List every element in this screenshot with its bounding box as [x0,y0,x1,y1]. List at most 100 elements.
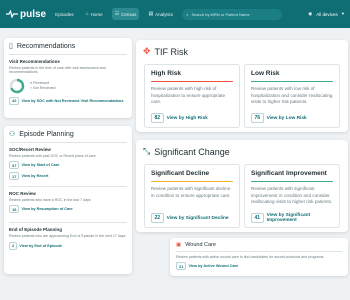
view-link[interactable]: View by Significant Decline [167,216,229,221]
search-placeholder: Search by MRN or Patient Name [191,11,250,17]
significant-change-title-text: Significant Change [154,146,230,157]
significant-decline-desc: Review patients with significant decline… [151,186,231,198]
significant-decline-link-row[interactable]: 22 View by Significant Decline [151,213,229,223]
roc-row[interactable]: 16 View by Resumption of Care [9,205,127,214]
significant-change-title: ⤡ Significant Change [143,146,341,157]
visit-recommendations-desc: Review patients in the time of care with… [9,65,106,75]
recommendations-card: ▯ Recommendations Visit Recommendations … [4,38,132,118]
view-link[interactable]: View by Start of Care [21,163,59,167]
donut-chart [9,78,25,94]
view-link[interactable]: View by End of Episode [19,244,62,248]
end-of-episode-row[interactable]: 2 View by End of Episode [9,241,127,250]
episode-planning-title: ⚇ Episode Planning [9,130,127,139]
clipboard-icon: ▯ [9,43,13,50]
count-badge: 2 [9,241,18,250]
soc-recert-title: SOC/Recert Review [9,146,51,152]
wound-care-desc: Review patients with active wound care t… [176,254,324,259]
view-link[interactable]: View by Low Risk [267,116,307,121]
low-risk-tile: Low Risk Review patients with low risk o… [244,64,340,128]
recommendations-title: ▯ Recommendations [9,42,127,51]
count-badge: 16 [9,205,20,214]
arrows-icon: ⤡ [143,146,151,156]
count-badge: 22 [151,213,164,223]
tif-risk-title: ✥ TIF Risk [143,46,341,57]
visit-recommendations-link-row[interactable]: 42 View by SOC with Not Reviewed Visit R… [9,96,127,105]
divider [9,186,127,187]
soc-recert-desc: Review patients with past SOC or Recert … [9,153,96,158]
significant-decline-title: Significant Decline [151,170,210,177]
divider [9,142,127,143]
divider [176,251,342,252]
soc-row[interactable]: 37 View by Start of Care [9,161,127,170]
episode-planning-card: ⚇ Episode Planning SOC/Recert Review Rev… [4,126,132,274]
view-link[interactable]: View by High Risk [167,116,208,121]
count-badge: 42 [9,96,20,105]
nav-home[interactable]: ⌂ Home [83,8,106,20]
count-badge: 41 [251,213,264,223]
visit-recommendations-title: Visit Recommendations [9,58,60,64]
wound-care-link-row[interactable]: 21 View by Active Wound Care [176,262,342,271]
high-risk-title: High Risk [151,70,181,77]
view-link[interactable]: View by Active Wound Care [188,264,238,268]
donut-legend: ● Reviewed ● Not Reviewed [30,81,56,90]
device-label: All devices [316,11,338,17]
recert-row[interactable]: 17 View by Recert [9,172,127,181]
significant-improvement-desc: Review patients with significant improve… [251,186,333,204]
count-badge: 37 [9,161,20,170]
legend-label: Reviewed [33,81,49,86]
logo-text: pulse [20,8,47,20]
recommendations-title-text: Recommendations [16,42,76,50]
count-badge: 21 [176,262,187,271]
pulse-wave-icon [6,10,18,18]
nav-episodes[interactable]: Episodes [52,9,77,20]
roc-review-title: ROC Review [9,190,36,196]
visit-chart-row: ● Reviewed ● Not Reviewed [9,78,127,94]
end-of-episode-desc: Review patients who are approaching End … [9,233,126,238]
low-risk-link-row[interactable]: 76 View by Low Risk [251,113,307,123]
search-icon: ⌕ [186,11,189,17]
significant-improvement-bar [251,181,333,183]
view-link[interactable]: View by Resumption of Care [21,207,72,211]
divider [9,222,127,223]
wound-care-title: ▣ Wound Care [176,242,342,248]
nav-label: Episodes [55,11,74,17]
high-risk-link-row[interactable]: 82 View by High Risk [151,113,208,123]
nav-label: Home [90,11,103,17]
people-icon: ⚇ [9,131,16,138]
device-icon: ◉ [308,11,313,16]
count-badge: 17 [9,172,20,181]
bandage-icon: ▣ [176,242,182,248]
low-risk-desc: Review patients with low risk of hospita… [251,86,333,104]
count-badge: 82 [151,113,164,123]
top-navigation-bar: pulse Episodes ⌂ Home ☷ Census ▤ Analytics … [0,0,350,28]
episode-planning-title-text: Episode Planning [19,130,74,138]
home-icon: ⌂ [85,11,89,17]
nav-label: Census [121,11,137,17]
trend-up-icon: ✥ [143,46,151,56]
view-link[interactable]: View by Significant Improvement [267,213,339,223]
view-link[interactable]: View by SOC with Not Reviewed Visit Reco… [21,99,123,103]
high-risk-bar [151,81,233,83]
low-risk-title: Low Risk [251,70,280,77]
nav-census[interactable]: ☷ Census [111,8,140,20]
device-selector[interactable]: ◉ All devices ▾ [308,11,344,17]
legend-label: Not Reviewed [33,85,56,90]
chevron-down-icon: ▾ [341,11,344,16]
significant-decline-bar [151,181,233,183]
wound-care-card: ▣ Wound Care Review patients with active… [170,238,348,276]
count-badge: 76 [251,113,264,123]
search-input[interactable]: ⌕ Search by MRN or Patient Name [182,8,283,20]
low-risk-bar [251,81,333,83]
census-icon: ☷ [114,11,120,17]
view-link[interactable]: View by Recert [21,174,48,178]
nav-analytics[interactable]: ▤ Analytics [145,8,176,20]
nav-label: Analytics [155,11,174,17]
significant-decline-tile: Significant Decline Review patients with… [144,164,240,228]
pulse-logo[interactable]: pulse [6,9,46,20]
significant-improvement-link-row[interactable]: 41 View by Significant Improvement [251,213,339,223]
significant-improvement-tile: Significant Improvement Review patients … [244,164,340,228]
roc-review-desc: Review patients who have a ROC in the la… [9,197,91,202]
analytics-icon: ▤ [148,11,154,17]
tif-risk-title-text: TIF Risk [154,46,189,57]
end-of-episode-title: End of Episode Planning [9,226,63,232]
